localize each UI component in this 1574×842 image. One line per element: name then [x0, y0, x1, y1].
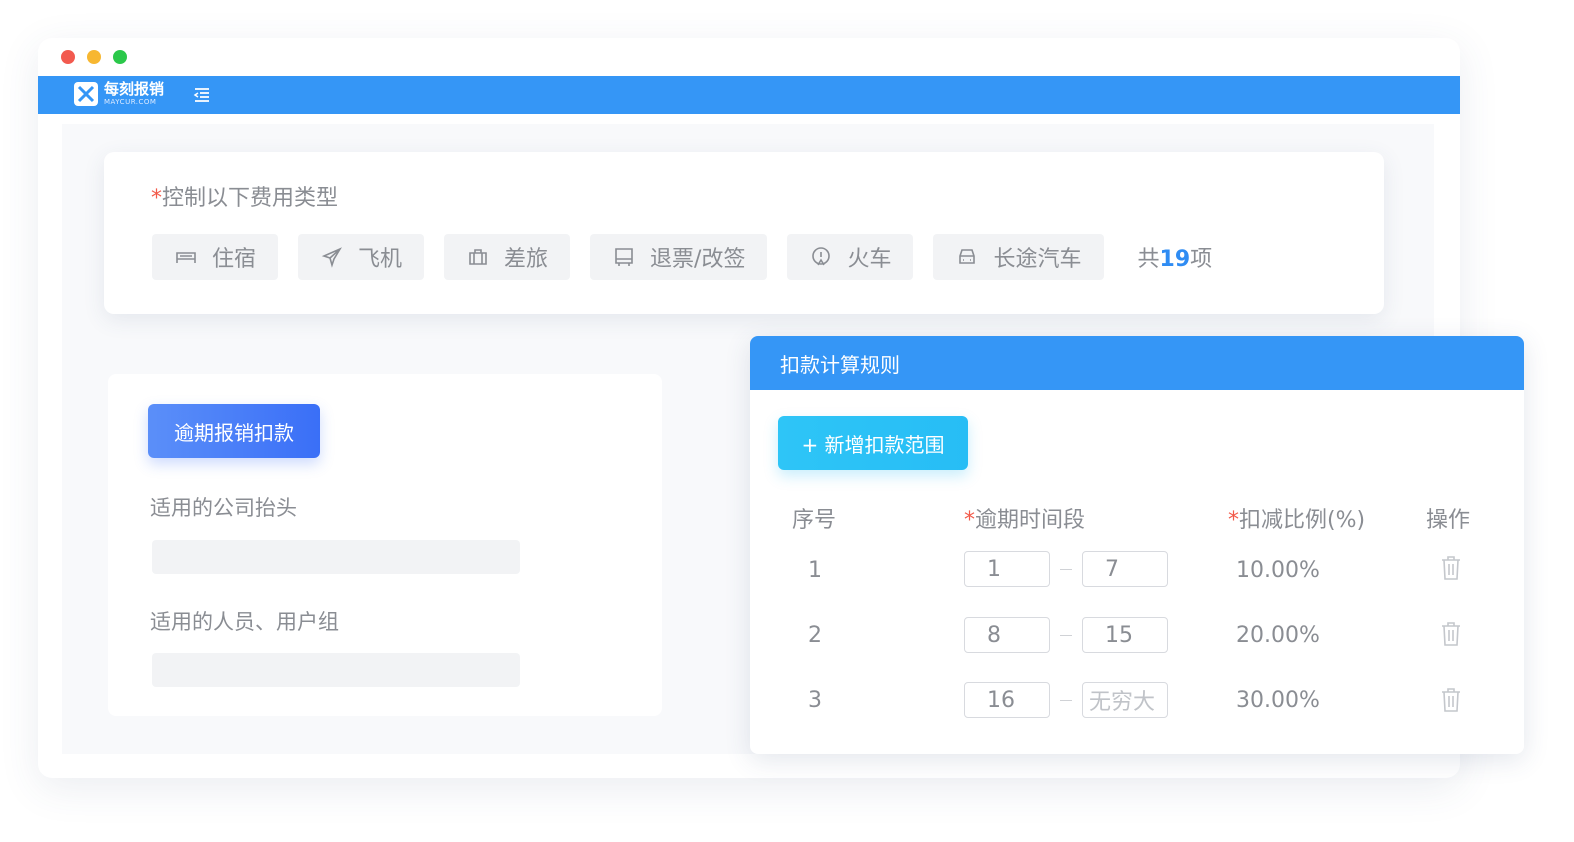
add-range-button[interactable]: + 新增扣款范围	[778, 416, 968, 470]
chip-train[interactable]: 火车	[787, 234, 914, 280]
chip-coach[interactable]: 长途汽车	[933, 234, 1104, 280]
car-icon	[959, 249, 976, 264]
period-to-input[interactable]: 7	[1082, 551, 1168, 587]
chip-label: 长途汽车	[993, 247, 1082, 272]
delete-icon[interactable]	[1440, 621, 1462, 647]
expense-types-title: *控制以下费用类型	[151, 186, 339, 211]
maximize-dot[interactable]	[113, 50, 127, 64]
bus-icon	[615, 248, 633, 266]
window-controls	[61, 50, 127, 64]
period-from-input[interactable]: 16	[964, 682, 1050, 718]
col-index: 序号	[792, 508, 837, 533]
chip-lodging[interactable]: 住宿	[152, 234, 279, 280]
row-index: 1	[808, 558, 822, 583]
row-index: 3	[808, 688, 822, 713]
deduction-rule-card: 扣款计算规则 + 新增扣款范围 序号 *逾期时间段 *扣减比例(%) 操作 1 …	[750, 336, 1524, 754]
menu-collapse-icon[interactable]	[192, 85, 212, 105]
ratio-value: 20.00%	[1236, 623, 1320, 648]
airplane-icon	[321, 247, 342, 268]
expense-types-card: *控制以下费用类型 住宿 飞机 差旅 退票/改签 火车 长途汽车 共19项	[104, 152, 1384, 314]
minimize-dot[interactable]	[87, 50, 101, 64]
period-from-input[interactable]: 8	[964, 617, 1050, 653]
overdue-deduction-button[interactable]: 逾期报销扣款	[148, 404, 320, 458]
expense-type-chips: 住宿 飞机 差旅 退票/改签 火车 长途汽车 共19项	[152, 234, 1212, 280]
chip-label: 火车	[847, 247, 892, 272]
delete-icon[interactable]	[1440, 687, 1462, 713]
rule-settings-card: 逾期报销扣款 适用的公司抬头 适用的人员、用户组	[108, 374, 662, 716]
logo-icon	[74, 82, 98, 106]
period-to-input[interactable]: 15	[1082, 617, 1168, 653]
ratio-value: 10.00%	[1236, 558, 1320, 583]
top-bar: 每刻报销 MAYCUR.COM	[38, 76, 1460, 114]
chip-refund-change[interactable]: 退票/改签	[590, 234, 768, 280]
close-dot[interactable]	[61, 50, 75, 64]
chip-label: 飞机	[358, 247, 403, 272]
period-from-input[interactable]: 1	[964, 551, 1050, 587]
logo: 每刻报销 MAYCUR.COM	[74, 82, 164, 106]
range-separator	[1060, 700, 1072, 701]
logo-name: 每刻报销	[104, 80, 165, 98]
chip-label: 退票/改签	[650, 247, 746, 272]
col-period: *逾期时间段	[964, 508, 1086, 533]
row-index: 2	[808, 623, 822, 648]
people-field[interactable]	[152, 653, 520, 687]
briefcase-icon	[469, 249, 487, 265]
chip-travel[interactable]: 差旅	[444, 234, 571, 280]
chip-label: 住宿	[212, 247, 257, 272]
expense-types-total: 共19项	[1137, 247, 1213, 272]
delete-icon[interactable]	[1440, 555, 1462, 581]
range-separator	[1060, 635, 1072, 636]
bed-icon	[176, 252, 196, 263]
company-label: 适用的公司抬头	[150, 496, 297, 520]
company-field[interactable]	[152, 540, 520, 574]
range-separator	[1060, 569, 1072, 570]
rule-header: 扣款计算规则	[750, 336, 1524, 390]
col-action: 操作	[1426, 508, 1471, 533]
ratio-value: 30.00%	[1236, 688, 1320, 713]
chip-label: 差旅	[504, 247, 549, 272]
people-label: 适用的人员、用户组	[150, 610, 339, 634]
chip-flight[interactable]: 飞机	[298, 234, 425, 280]
train-icon	[812, 247, 831, 266]
period-to-input[interactable]: 无穷大	[1082, 682, 1168, 718]
logo-subtitle: MAYCUR.COM	[104, 98, 157, 106]
col-ratio: *扣减比例(%)	[1228, 508, 1366, 533]
